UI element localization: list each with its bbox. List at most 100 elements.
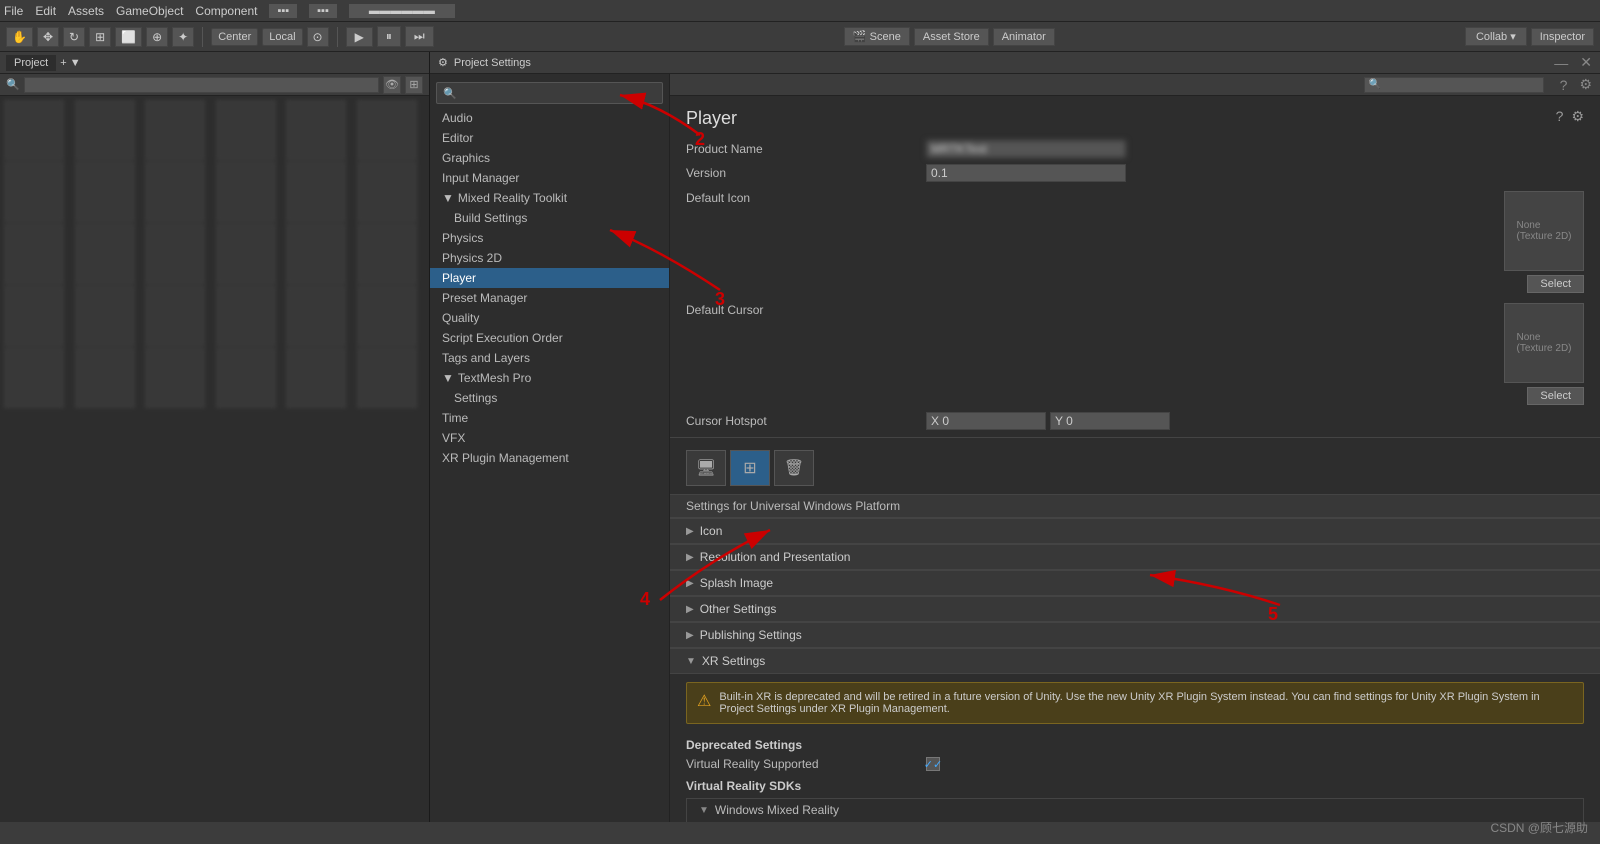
- menu-extra3[interactable]: ▬▬▬▬▬▬: [349, 4, 455, 18]
- default-cursor-select-btn[interactable]: Select: [1527, 387, 1584, 405]
- sidebar-item-vfx[interactable]: VFX: [430, 428, 669, 448]
- default-cursor-preview: None(Texture 2D): [1504, 303, 1584, 383]
- tab-project[interactable]: Project: [6, 55, 56, 71]
- settings-title: Project Settings: [454, 57, 531, 69]
- section-other[interactable]: ▶ Other Settings: [670, 596, 1600, 622]
- tile24: [357, 286, 417, 346]
- tile1: [4, 100, 64, 160]
- sidebar-search-input[interactable]: [457, 87, 656, 99]
- version-row: Version 0.1: [670, 161, 1600, 185]
- tile18: [357, 224, 417, 284]
- sidebar-item-time[interactable]: Time: [430, 408, 669, 428]
- project-content: [0, 96, 429, 822]
- tool-scale[interactable]: ⊞: [89, 27, 111, 47]
- wmr-expand-icon[interactable]: ▼: [699, 805, 709, 816]
- tool-custom[interactable]: ✦: [172, 27, 194, 47]
- main-search-input[interactable]: [1381, 79, 1539, 91]
- divider1: [670, 437, 1600, 438]
- default-icon-preview: None(Texture 2D): [1504, 191, 1584, 271]
- menu-edit[interactable]: Edit: [35, 4, 56, 18]
- section-publishing[interactable]: ▶ Publishing Settings: [670, 622, 1600, 648]
- section-icon[interactable]: ▶ Icon: [670, 518, 1600, 544]
- sidebar-item-script-exec[interactable]: Script Execution Order: [430, 328, 669, 348]
- sidebar-item-quality[interactable]: Quality: [430, 308, 669, 328]
- settings-icon[interactable]: ⚙: [1579, 76, 1592, 93]
- local-button[interactable]: Local: [262, 28, 302, 46]
- tool-dot[interactable]: ⊙: [307, 27, 329, 47]
- section-xr[interactable]: ▼ XR Settings: [670, 648, 1600, 674]
- sidebar-item-input-manager[interactable]: Input Manager: [430, 168, 669, 188]
- asset-store-tab[interactable]: Asset Store: [914, 28, 989, 46]
- tool-move[interactable]: ✥: [37, 27, 59, 47]
- menu-assets[interactable]: Assets: [68, 4, 104, 18]
- settings-icon-2[interactable]: ⚙: [1571, 108, 1584, 125]
- project-panel: Project + ▼ 🔍 👁 ⊞: [0, 52, 430, 822]
- section-splash[interactable]: ▶ Splash Image: [670, 570, 1600, 596]
- settings-close[interactable]: ✕: [1580, 54, 1592, 71]
- platform-tab-other[interactable]: 🗑: [774, 450, 814, 486]
- collab-button[interactable]: Collab ▾: [1465, 27, 1527, 46]
- help-icon[interactable]: ?: [1560, 77, 1568, 93]
- add-btn[interactable]: + ▼: [60, 57, 80, 69]
- tool-transform[interactable]: ⊕: [146, 27, 168, 47]
- player-title: Player: [686, 108, 737, 129]
- sidebar-item-player[interactable]: Player: [430, 268, 669, 288]
- menu-file[interactable]: File: [4, 4, 23, 18]
- player-header: Player ? ⚙: [670, 96, 1600, 137]
- separator1: [202, 27, 203, 47]
- cursor-hotspot-row: Cursor Hotspot X 0 Y 0: [670, 409, 1600, 433]
- uwp-settings-label: Settings for Universal Windows Platform: [670, 495, 1600, 518]
- sidebar-item-textmesh-settings[interactable]: Settings: [430, 388, 669, 408]
- pause-button[interactable]: ⏸: [377, 26, 401, 47]
- tool-hand[interactable]: ✋: [6, 27, 33, 47]
- sidebar-item-audio[interactable]: Audio: [430, 108, 669, 128]
- sidebar-item-xr-plugin[interactable]: XR Plugin Management: [430, 448, 669, 468]
- project-search-input[interactable]: [24, 77, 379, 93]
- blurred-content: [0, 96, 429, 412]
- tool-rect[interactable]: ⬜: [115, 27, 142, 47]
- step-button[interactable]: ⏭: [405, 26, 434, 47]
- main-window: File Edit Assets GameObject Component ▪▪…: [0, 0, 1600, 844]
- menu-gameobject[interactable]: GameObject: [116, 4, 183, 18]
- wmr-label: Windows Mixed Reality: [715, 803, 839, 817]
- cursor-hotspot-x[interactable]: X 0: [926, 412, 1046, 430]
- tool-rotate[interactable]: ↻: [63, 27, 85, 47]
- sidebar-item-preset-manager[interactable]: Preset Manager: [430, 288, 669, 308]
- vr-supported-checkbox[interactable]: ✓: [926, 757, 940, 771]
- menu-component[interactable]: Component: [195, 4, 257, 18]
- sidebar-item-build-settings[interactable]: Build Settings: [430, 208, 669, 228]
- cursor-hotspot-label: Cursor Hotspot: [686, 414, 926, 428]
- sidebar-item-graphics[interactable]: Graphics: [430, 148, 669, 168]
- platform-tab-desktop[interactable]: 🖥: [686, 450, 726, 486]
- sidebar-item-physics2d[interactable]: Physics 2D: [430, 248, 669, 268]
- player-header-icons: ? ⚙: [1556, 108, 1584, 125]
- filter-icon-btn[interactable]: ⊞: [405, 76, 423, 94]
- menu-extra2[interactable]: ▪▪▪: [309, 4, 337, 18]
- sidebar-item-physics[interactable]: Physics: [430, 228, 669, 248]
- center-button[interactable]: Center: [211, 28, 258, 46]
- product-name-value[interactable]: MRTKTest: [926, 140, 1126, 158]
- section-resolution[interactable]: ▶ Resolution and Presentation: [670, 544, 1600, 570]
- sidebar-item-textmesh[interactable]: ▼ TextMesh Pro: [430, 368, 669, 388]
- play-button[interactable]: ▶: [346, 27, 373, 47]
- settings-window: ⚙ Project Settings — ✕ 🔍 Audio Editor Gr…: [430, 52, 1600, 822]
- main-panel-header: 🔍 ? ⚙: [670, 74, 1600, 96]
- sidebar-item-editor[interactable]: Editor: [430, 128, 669, 148]
- help-icon-2[interactable]: ?: [1556, 108, 1564, 125]
- search-icon: 🔍: [6, 78, 20, 91]
- inspector-tab[interactable]: Inspector: [1531, 28, 1594, 46]
- default-icon-select-btn[interactable]: Select: [1527, 275, 1584, 293]
- tile7: [4, 162, 64, 222]
- scene-tab[interactable]: 🎬 Scene: [844, 27, 910, 46]
- tile6: [357, 100, 417, 160]
- settings-minimize[interactable]: —: [1554, 55, 1568, 71]
- eye-icon-btn[interactable]: 👁: [383, 76, 401, 94]
- main-search-bar: 🔍: [1364, 77, 1544, 93]
- version-value[interactable]: 0.1: [926, 164, 1126, 182]
- menu-extra1[interactable]: ▪▪▪: [269, 4, 297, 18]
- sidebar-item-mrt[interactable]: ▼ Mixed Reality Toolkit: [430, 188, 669, 208]
- platform-tab-windows[interactable]: ⊞: [730, 450, 770, 486]
- cursor-hotspot-y[interactable]: Y 0: [1050, 412, 1170, 430]
- animator-tab[interactable]: Animator: [993, 28, 1055, 46]
- sidebar-item-tags-layers[interactable]: Tags and Layers: [430, 348, 669, 368]
